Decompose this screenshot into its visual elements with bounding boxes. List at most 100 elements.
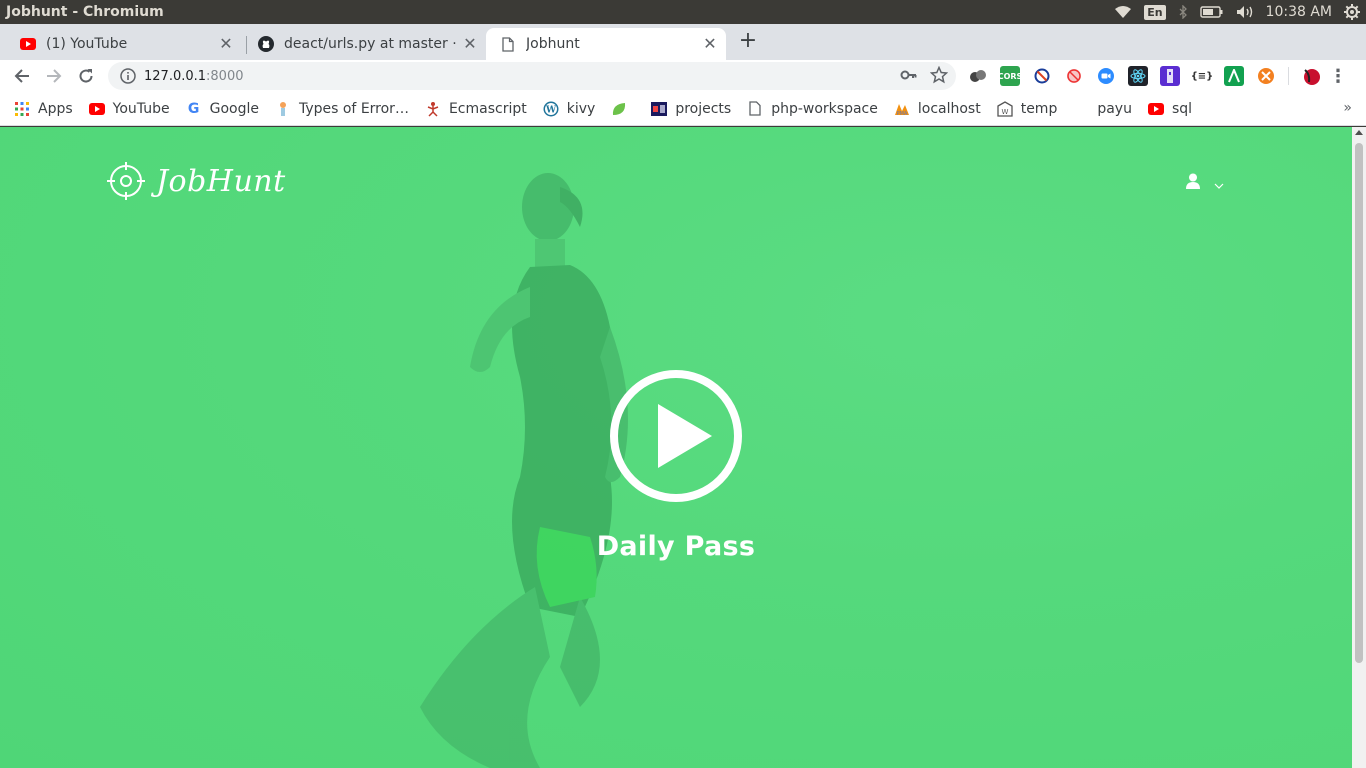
bookmark-label: payu (1097, 100, 1132, 117)
block-extension-icon[interactable] (1032, 66, 1052, 86)
bookmark-projects[interactable]: projects (651, 101, 731, 117)
close-tab-icon[interactable]: ✕ (462, 36, 478, 52)
no-pin-extension-icon[interactable] (1064, 66, 1084, 86)
battery-icon[interactable] (1194, 0, 1230, 24)
bookmark-payu[interactable]: payu (1073, 101, 1132, 117)
temp-icon: W (997, 100, 1013, 117)
volume-icon[interactable] (1230, 0, 1262, 24)
menu-kebab-icon[interactable]: ⋮ (1329, 66, 1347, 87)
site-logo[interactable]: JobHunt (106, 161, 286, 201)
tab-label: Jobhunt (526, 36, 580, 52)
close-tab-icon[interactable]: ✕ (702, 36, 718, 52)
more-bookmarks-chevron-icon[interactable]: » (1343, 100, 1352, 116)
user-account-dropdown[interactable] (1186, 173, 1224, 189)
phpmyadmin-icon: PMA (894, 101, 910, 117)
toolbar-separator (1288, 67, 1289, 85)
chevron-down-icon (1214, 183, 1224, 189)
crosshair-logo-icon (107, 162, 145, 200)
extension-a-icon[interactable] (1224, 66, 1244, 86)
bookmark-types-of-error[interactable]: Types of Error… (275, 101, 409, 117)
bookmark-temp[interactable]: W temp (997, 100, 1058, 117)
svg-text:W: W (1001, 108, 1008, 116)
hero-title: Daily Pass (596, 531, 756, 562)
key-icon[interactable] (900, 66, 918, 88)
profile-avatar-icon[interactable] (1301, 66, 1321, 86)
bookmark-localhost[interactable]: PMA localhost (894, 101, 981, 117)
extensions-row: CORS {≡} ⋮ (968, 66, 1347, 87)
browser-toolbar: 127.0.0.1:8000 CORS {≡} ⋮ (0, 60, 1366, 92)
leaf-icon (611, 101, 627, 117)
bookmark-label: YouTube (112, 100, 170, 117)
youtube-icon (20, 36, 36, 52)
tab-label: (1) YouTube (46, 36, 128, 52)
bookmark-leaf[interactable] (611, 101, 635, 117)
address-bar[interactable]: 127.0.0.1:8000 (108, 62, 956, 90)
bookmark-label: localhost (917, 100, 981, 117)
youtube-icon (88, 101, 105, 117)
projects-icon (651, 101, 668, 117)
close-tab-icon[interactable]: ✕ (218, 36, 234, 52)
bookmark-sql[interactable]: sql (1147, 100, 1193, 117)
clock[interactable]: 10:38 AM (1262, 4, 1338, 20)
bookmark-youtube[interactable]: YouTube (88, 100, 170, 117)
bookmark-label: kivy (566, 100, 596, 117)
bookmarks-bar: Apps YouTube G Google Types of Error… Ec… (0, 92, 1366, 126)
hero-section: JobHunt Daily Pass (0, 127, 1352, 768)
json-viewer-icon[interactable]: {≡} (1191, 66, 1214, 86)
keyboard-language-indicator[interactable]: En (1138, 0, 1171, 24)
bookmark-label: Ecmascript (448, 100, 527, 117)
url-host: 127.0.0.1 (144, 68, 207, 84)
page-icon (747, 101, 763, 117)
bookmark-ecmascript[interactable]: Ecmascript (425, 101, 527, 117)
bookmark-php-workspace[interactable]: php-workspace (747, 101, 878, 117)
youtube-icon (1147, 101, 1164, 117)
reload-icon[interactable] (74, 64, 98, 88)
user-icon (1186, 173, 1200, 189)
apps-grid-icon (14, 101, 30, 117)
scroll-up-arrow-icon[interactable] (1355, 130, 1363, 135)
bookmark-label: Apps (38, 100, 73, 117)
svg-text:PMA: PMA (896, 111, 907, 116)
system-tray: En 10:38 AM (1108, 0, 1366, 24)
tab-jobhunt[interactable]: Jobhunt ✕ (486, 28, 726, 60)
scrollbar-thumb[interactable] (1355, 143, 1363, 663)
info-icon[interactable] (120, 68, 136, 84)
tab-youtube[interactable]: (1) YouTube ✕ (8, 28, 240, 60)
bookmark-kivy[interactable]: W kivy (543, 100, 596, 117)
tab-strip: (1) YouTube ✕ deact/urls.py at master · … (0, 24, 1366, 60)
tab-separator (246, 36, 247, 54)
bookmark-label: sql (1171, 100, 1193, 117)
forward-arrow-icon[interactable] (42, 64, 66, 88)
settings-gear-icon[interactable] (1338, 0, 1366, 24)
extension-bubbles-icon[interactable] (968, 66, 988, 86)
tab-github[interactable]: deact/urls.py at master · r ✕ (248, 28, 484, 60)
bookmark-label: php-workspace (771, 100, 878, 117)
bookmark-apps[interactable]: Apps (14, 101, 73, 117)
bookmark-label: temp (1020, 100, 1058, 117)
star-icon[interactable] (929, 65, 949, 88)
page-scrollbar[interactable] (1352, 127, 1366, 768)
window-title: Jobhunt - Chromium (6, 4, 164, 20)
zoom-extension-icon[interactable] (1096, 66, 1116, 86)
svg-text:W: W (545, 105, 557, 115)
cors-extension-icon[interactable]: CORS (998, 66, 1022, 86)
tab-label: deact/urls.py at master · r (284, 36, 456, 52)
bluetooth-icon[interactable] (1172, 0, 1194, 24)
ecmascript-icon (425, 101, 441, 117)
google-icon: G (187, 100, 200, 117)
language-label: En (1144, 4, 1166, 20)
os-top-bar: Jobhunt - Chromium En 10:38 AM (0, 0, 1366, 24)
bookmark-label: projects (675, 100, 732, 117)
wifi-icon[interactable] (1108, 0, 1138, 24)
url-port: :8000 (206, 68, 244, 84)
bookmark-icon (275, 101, 291, 117)
new-tab-button[interactable]: + (736, 30, 760, 54)
bookmark-label: Types of Error… (298, 100, 409, 117)
play-video-button[interactable] (608, 368, 744, 504)
bookmark-google[interactable]: G Google (186, 101, 259, 117)
back-arrow-icon[interactable] (10, 64, 34, 88)
extension-tower-icon[interactable] (1160, 66, 1180, 86)
wordpress-icon: W (543, 101, 559, 117)
extension-orange-icon[interactable] (1256, 66, 1276, 86)
react-devtools-icon[interactable] (1128, 66, 1148, 86)
